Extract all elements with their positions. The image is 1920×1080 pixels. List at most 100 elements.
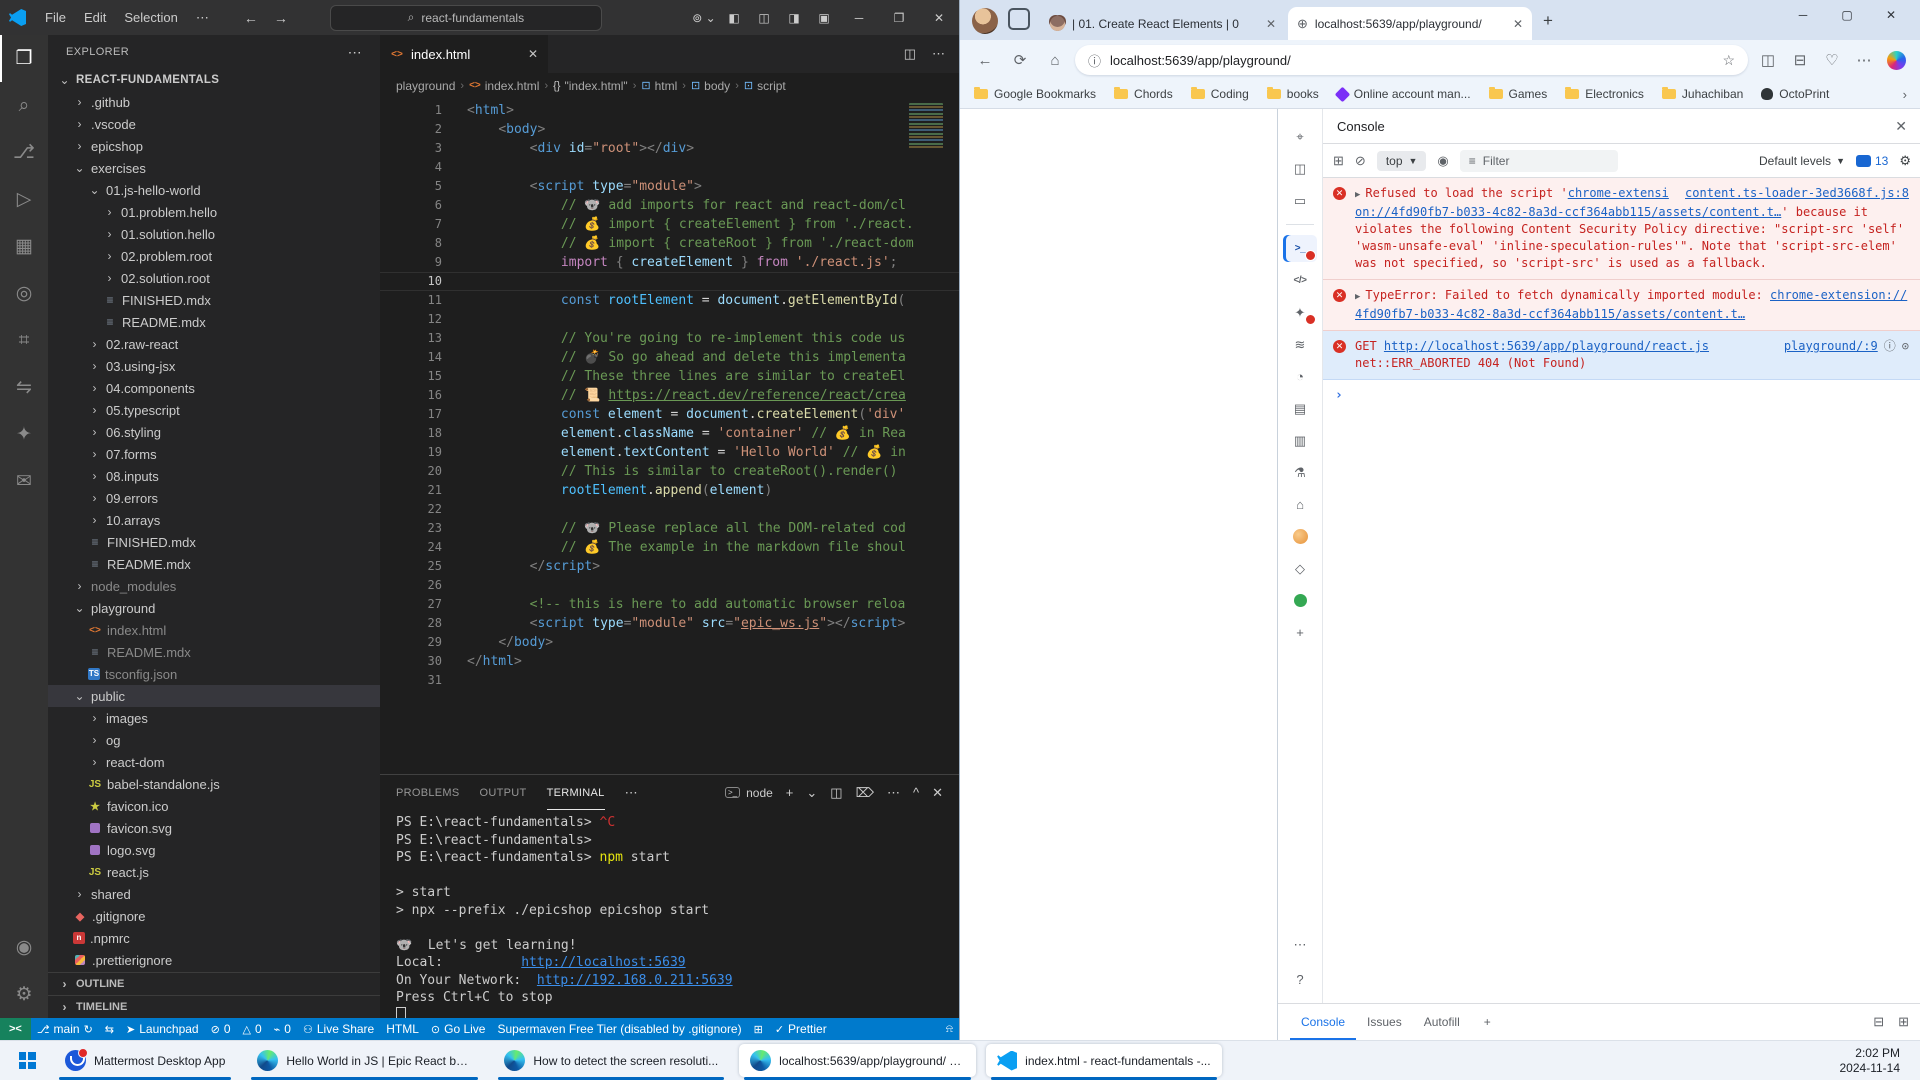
tree-item-shared[interactable]: ›shared: [48, 883, 380, 905]
bookmarks-overflow-icon[interactable]: ›: [1903, 87, 1907, 102]
taskbar-hello-world-in-js-epic-react-by-k[interactable]: Hello World in JS | Epic React by K...: [246, 1044, 483, 1077]
explorer-more-icon[interactable]: ⋯: [348, 44, 362, 61]
tree-item-01-js-hello-world[interactable]: ⌄01.js-hello-world: [48, 179, 380, 201]
tree-item-05-typescript[interactable]: ›05.typescript: [48, 399, 380, 421]
extension-home-icon[interactable]: ⌂: [1283, 491, 1317, 518]
search-icon[interactable]: ⌕: [0, 82, 48, 129]
inspect-icon[interactable]: ⌖: [1283, 123, 1317, 150]
nav-back-icon[interactable]: ←: [244, 10, 258, 26]
terminal-output[interactable]: PS E:\react-fundamentals> ^CPS E:\react-…: [380, 810, 959, 1018]
drawer-tab-issues[interactable]: Issues: [1356, 1004, 1413, 1040]
breadcrumb-item-index-html[interactable]: <>index.html: [469, 79, 539, 93]
source-link[interactable]: playground/:9: [1784, 338, 1878, 355]
drawer-tab-console[interactable]: Console: [1290, 1004, 1356, 1040]
tree-item-tsconfig-json[interactable]: TStsconfig.json: [48, 663, 380, 685]
status-launchpad[interactable]: ➤Launchpad: [120, 1018, 205, 1040]
console-message[interactable]: ✕content.ts-loader-3ed3668f.js:8▶Refused…: [1323, 178, 1920, 280]
tab-index-html[interactable]: <> index.html ✕: [380, 35, 548, 73]
collections-icon[interactable]: ⊟: [1785, 45, 1815, 75]
manage-settings-icon[interactable]: ⚙: [0, 971, 48, 1018]
tree-item-node-modules[interactable]: ›node_modules: [48, 575, 380, 597]
editor-more-icon[interactable]: ⋯: [932, 46, 945, 62]
bookmark-chords[interactable]: Chords: [1114, 87, 1173, 101]
expand-quick-view-icon[interactable]: ⊞: [1898, 1014, 1909, 1030]
clear-console-icon[interactable]: ⊘: [1355, 153, 1366, 169]
tree-item-01-solution-hello[interactable]: ›01.solution.hello: [48, 223, 380, 245]
tree-item-react-fundamentals[interactable]: ⌄REACT-FUNDAMENTALS: [48, 69, 380, 91]
tree-item-gitignore[interactable]: ◆.gitignore: [48, 905, 380, 927]
tab-close-icon[interactable]: ✕: [1513, 17, 1523, 31]
more-tools-icon[interactable]: +: [1283, 619, 1317, 646]
tree-item-readme-mdx[interactable]: ≡README.mdx: [48, 553, 380, 575]
console-tool-icon[interactable]: >_: [1283, 235, 1317, 262]
status-prettier[interactable]: ✓Prettier: [769, 1018, 833, 1040]
elements-icon[interactable]: </>: [1283, 267, 1317, 294]
devtools-close-icon[interactable]: ✕: [1895, 118, 1907, 135]
browser-reload-icon[interactable]: ⟳: [1005, 45, 1035, 75]
meta-icon[interactable]: ⊙: [1902, 338, 1909, 355]
help-icon[interactable]: ?: [1283, 966, 1317, 993]
breadcrumb-item-index-html[interactable]: {}"index.html": [553, 79, 628, 93]
breadcrumb-item-playground[interactable]: playground: [396, 79, 455, 93]
performance-icon[interactable]: ◔: [1283, 363, 1317, 390]
tree-item-10-arrays[interactable]: ›10.arrays: [48, 509, 380, 531]
expand-arrow-icon[interactable]: ▶: [1355, 190, 1360, 200]
tree-item-readme-mdx[interactable]: ≡README.mdx: [48, 311, 380, 333]
tree-item-react-js[interactable]: JSreact.js: [48, 861, 380, 883]
workspaces-icon[interactable]: [1008, 8, 1030, 30]
status-ports[interactable]: ⌁0: [268, 1018, 297, 1040]
console-settings-icon[interactable]: ⚙: [1899, 153, 1911, 169]
log-levels-dropdown[interactable]: Default levels ▼: [1759, 154, 1845, 168]
tree-item-npmrc[interactable]: n.npmrc: [48, 927, 380, 949]
status-live-share[interactable]: ⚇Live Share: [297, 1018, 380, 1040]
site-info-icon[interactable]: ⓘ: [1088, 51, 1101, 70]
status-git-branch[interactable]: ⎇main↻: [31, 1018, 99, 1040]
bookmark-electronics[interactable]: Electronics: [1565, 87, 1644, 101]
panel-more-icon[interactable]: ⋯: [887, 785, 900, 801]
browser-back-icon[interactable]: ←: [970, 45, 1000, 75]
tree-item-images[interactable]: ›images: [48, 707, 380, 729]
console-message[interactable]: ✕▶TypeError: Failed to fetch dynamically…: [1323, 280, 1920, 331]
bookmark-books[interactable]: books: [1267, 87, 1319, 101]
settings-more-icon[interactable]: ⋯: [1849, 45, 1879, 75]
console-prompt[interactable]: ›: [1323, 380, 1920, 411]
explorer-icon[interactable]: ❐: [0, 35, 48, 82]
tree-item-github[interactable]: ›.github: [48, 91, 380, 113]
menu-item[interactable]: ⋯: [187, 0, 218, 35]
split-screen-icon[interactable]: ◫: [1753, 45, 1783, 75]
console-message[interactable]: ✕playground/:9ⓘ⊙GET http://localhost:563…: [1323, 331, 1920, 380]
tree-item-03-using-jsx[interactable]: ›03.using-jsx: [48, 355, 380, 377]
meta-icon[interactable]: ⓘ: [1884, 338, 1896, 355]
toggle-primary-sidebar-icon[interactable]: ◧: [719, 0, 749, 35]
bookmark-google-bookmarks[interactable]: Google Bookmarks: [974, 87, 1096, 101]
terminal-dropdown-icon[interactable]: ⌄: [806, 785, 817, 801]
tree-item-04-components[interactable]: ›04.components: [48, 377, 380, 399]
drawer-tab-autofill[interactable]: Autofill: [1413, 1004, 1471, 1040]
strip-more-icon[interactable]: ⋯: [1283, 931, 1317, 958]
tree-item-07-forms[interactable]: ›07.forms: [48, 443, 380, 465]
context-selector[interactable]: top ▼: [1377, 151, 1427, 171]
split-editor-icon[interactable]: ◫: [904, 46, 916, 62]
browser-essentials-icon[interactable]: ♡: [1817, 45, 1847, 75]
start-button[interactable]: [10, 1044, 44, 1078]
extension-cookie-icon[interactable]: [1283, 523, 1317, 550]
copilot-menu-icon[interactable]: ⊚ ⌄: [689, 0, 719, 35]
panel-tabs-more-icon[interactable]: ⋯: [625, 785, 638, 801]
status-warnings[interactable]: △0: [237, 1018, 268, 1040]
tree-item-exercises[interactable]: ⌄exercises: [48, 157, 380, 179]
code-editor[interactable]: 1<html>2 <body>3 <div id="root"></div>45…: [380, 98, 959, 774]
dock-quick-view-icon[interactable]: ⊟: [1873, 1014, 1884, 1030]
ports-icon[interactable]: ⌗: [0, 317, 48, 364]
extension-status-icon[interactable]: [1283, 587, 1317, 614]
new-tab-button[interactable]: +: [1535, 8, 1561, 34]
filter-input[interactable]: ≡ Filter: [1460, 150, 1618, 172]
menu-selection[interactable]: Selection: [115, 0, 186, 35]
accounts-icon[interactable]: ◉: [0, 924, 48, 971]
breadcrumb-item-body[interactable]: ⊡body: [691, 79, 730, 93]
extensions-icon[interactable]: ▦: [0, 223, 48, 270]
live-share-icon[interactable]: ⇋: [0, 364, 48, 411]
section-timeline[interactable]: ›TIMELINE: [48, 995, 380, 1018]
status-language-mode[interactable]: HTML: [380, 1018, 425, 1040]
taskbar-how-to-detect-the-screen-resoluti[interactable]: How to detect the screen resoluti...: [493, 1044, 729, 1077]
tree-item-epicshop[interactable]: ›epicshop: [48, 135, 380, 157]
